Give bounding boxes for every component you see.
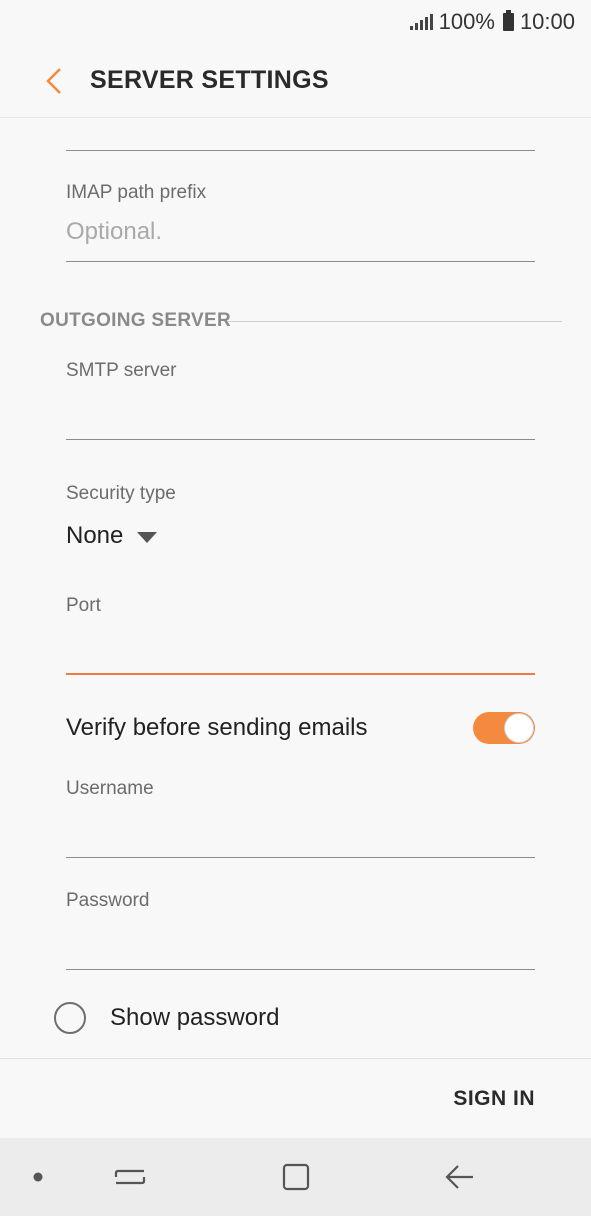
status-bar: 100% 10:00	[0, 0, 591, 44]
password-label: Password	[66, 890, 150, 911]
bottom-action-bar: SIGN IN	[0, 1058, 591, 1138]
back-button[interactable]	[24, 51, 84, 111]
recent-apps-icon[interactable]	[100, 1138, 160, 1216]
toggle-knob	[504, 713, 534, 743]
show-password-row[interactable]: Show password	[54, 1002, 279, 1034]
imap-path-prefix-input[interactable]	[66, 212, 535, 252]
page-title: SERVER SETTINGS	[90, 66, 329, 94]
navigation-bar	[0, 1138, 591, 1216]
home-icon[interactable]	[266, 1138, 326, 1216]
username-input[interactable]	[66, 812, 535, 852]
smtp-server-label: SMTP server	[66, 360, 177, 381]
smtp-server-input[interactable]	[66, 394, 535, 434]
nav-dot-icon[interactable]	[28, 1138, 48, 1216]
clock: 10:00	[519, 9, 575, 34]
port-underline-focused	[66, 673, 535, 675]
back-nav-icon[interactable]	[430, 1138, 490, 1216]
dropdown-arrow-icon	[137, 531, 158, 543]
sign-in-button[interactable]: SIGN IN	[453, 1087, 535, 1111]
security-type-label: Security type	[66, 483, 176, 504]
port-label: Port	[66, 595, 101, 616]
security-type-value: None	[66, 522, 124, 549]
previous-field-underline	[66, 150, 535, 151]
battery-icon	[502, 10, 514, 31]
verify-before-sending-label: Verify before sending emails	[66, 714, 368, 741]
smtp-server-underline	[66, 439, 535, 440]
back-arrow-icon	[46, 67, 61, 94]
username-label: Username	[66, 778, 154, 799]
signal-icon	[409, 14, 433, 30]
security-type-dropdown[interactable]: None	[66, 522, 158, 550]
section-outgoing-server: OUTGOING SERVER	[40, 310, 232, 331]
port-input[interactable]	[66, 628, 535, 668]
section-divider	[228, 321, 562, 322]
show-password-label: Show password	[110, 1004, 280, 1031]
imap-path-prefix-label: IMAP path prefix	[66, 182, 207, 203]
imap-path-prefix-underline	[66, 261, 535, 262]
username-underline	[66, 857, 535, 858]
verify-before-sending-row: Verify before sending emails	[66, 706, 535, 750]
password-input[interactable]	[66, 924, 535, 964]
password-underline	[66, 969, 535, 970]
verify-before-sending-toggle[interactable]	[473, 712, 535, 744]
show-password-radio[interactable]	[54, 1002, 86, 1034]
app-header: SERVER SETTINGS	[0, 44, 591, 118]
settings-form: IMAP path prefix OUTGOING SERVER SMTP se…	[0, 118, 591, 1058]
battery-percent: 100%	[438, 9, 495, 34]
